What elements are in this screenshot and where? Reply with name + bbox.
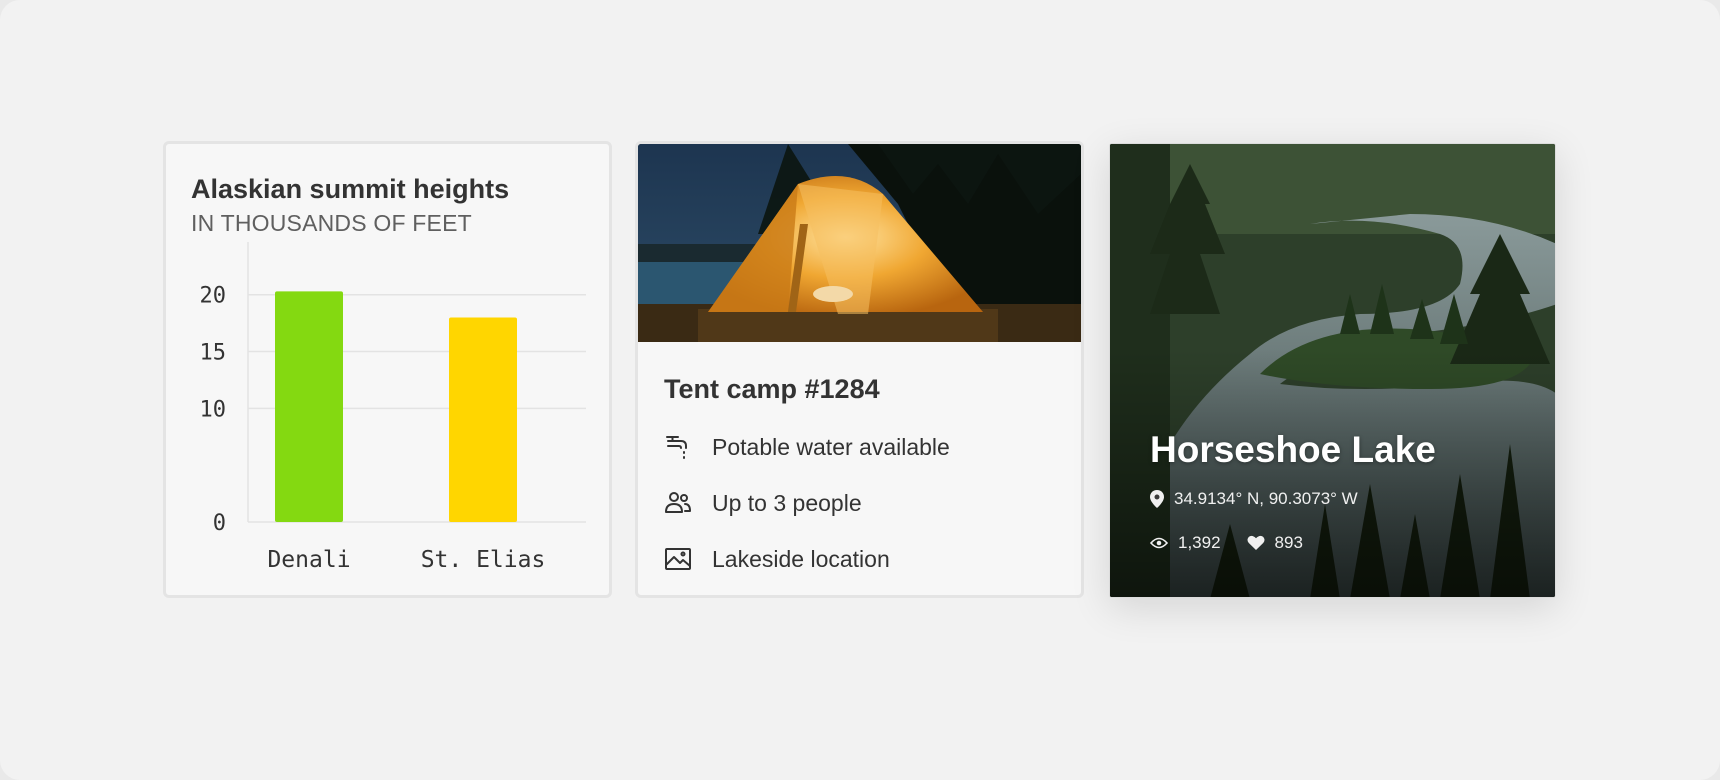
y-tick-label-15: 15 — [200, 341, 227, 366]
y-tick-label-10: 10 — [200, 397, 227, 422]
views-count: 1,392 — [1178, 533, 1221, 552]
feature-capacity-label: Up to 3 people — [712, 489, 862, 516]
x-category-label: St. Elias — [421, 547, 546, 573]
x-category-label: Denali — [267, 547, 350, 573]
map-pin-icon — [1150, 490, 1164, 508]
heart-icon[interactable] — [1246, 535, 1265, 551]
landscape-icon — [665, 548, 691, 570]
lake-card[interactable]: Horseshoe Lake 34.9134° N, 90.3073° W 1,… — [1109, 143, 1556, 598]
feature-location: Lakeside location — [664, 539, 890, 579]
feature-location-label: Lakeside location — [712, 545, 890, 572]
lake-coordinates: 34.9134° N, 90.3073° W — [1174, 489, 1358, 508]
views-stat: 1,392 — [1150, 533, 1221, 553]
feature-water: Potable water available — [664, 427, 950, 467]
lake-stats-row: 1,392 893 — [1150, 533, 1329, 553]
likes-stat[interactable]: 893 — [1246, 533, 1303, 553]
likes-count: 893 — [1274, 533, 1303, 552]
feature-capacity: Up to 3 people — [664, 483, 862, 523]
camp-card[interactable]: Tent camp #1284 Potable water available … — [635, 141, 1084, 598]
bar-st-elias — [449, 317, 517, 522]
chart-card: 0 10 15 20 Denali St. Elias Alaskian summit h… — [163, 141, 612, 598]
lake-coordinates-row: 34.9134° N, 90.3073° W — [1150, 489, 1358, 509]
lake-title: Horseshoe Lake — [1150, 429, 1436, 470]
chart-subtitle: IN THOUSANDS OF FEET — [191, 210, 472, 236]
chart-title: Alaskian summit heights — [191, 174, 510, 204]
eye-icon — [1150, 537, 1168, 549]
faucet-icon — [666, 436, 687, 459]
y-tick-label-20: 20 — [200, 284, 227, 309]
y-tick-label-0: 0 — [213, 511, 226, 536]
tent-photo — [638, 144, 1081, 342]
bar-denali — [275, 291, 343, 522]
people-icon — [665, 492, 691, 513]
lake-photo — [1110, 144, 1555, 597]
page-background: 0 10 15 20 Denali St. Elias Alaskian summit h… — [0, 0, 1720, 780]
feature-water-label: Potable water available — [712, 433, 950, 460]
camp-title: Tent camp #1284 — [664, 374, 880, 404]
